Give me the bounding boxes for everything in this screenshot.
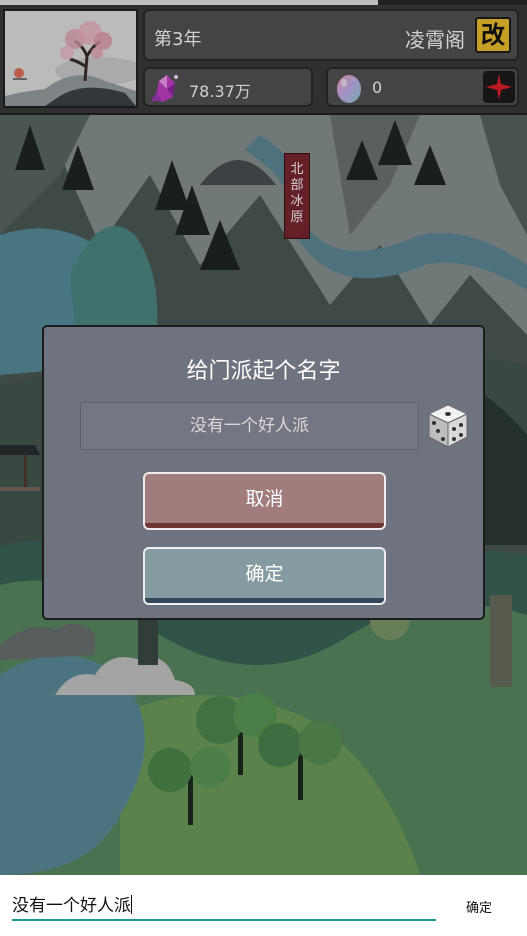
cancel-button[interactable]: 取消: [143, 472, 386, 530]
keyboard-text-field[interactable]: 没有一个好人派: [12, 893, 436, 921]
text-caret: [131, 895, 132, 914]
confirm-label: 确定: [245, 563, 284, 585]
keyboard-confirm-button[interactable]: 确定: [466, 897, 492, 916]
sect-name-dialog: 给门派起个名字 没有一个好人派 取消 确定: [42, 325, 485, 620]
cancel-label: 取消: [245, 488, 284, 510]
confirm-button[interactable]: 确定: [143, 547, 386, 605]
dice-icon[interactable]: [426, 403, 470, 449]
sect-name-input[interactable]: 没有一个好人派: [80, 402, 419, 450]
dialog-title: 给门派起个名字: [186, 359, 341, 384]
keyboard-input-bar: 没有一个好人派 确定: [0, 875, 527, 936]
